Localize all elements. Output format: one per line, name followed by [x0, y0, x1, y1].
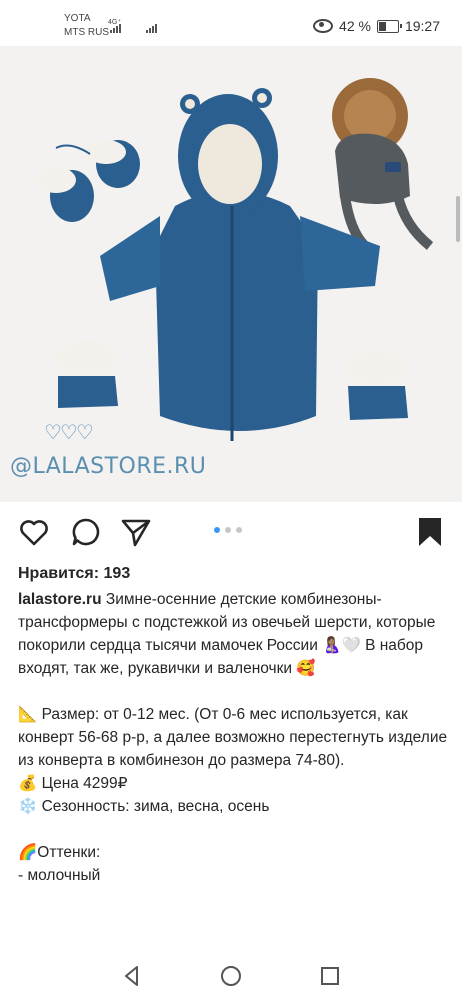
eye-comfort-icon — [313, 19, 334, 33]
suit-body — [155, 191, 318, 431]
battery-icon — [376, 19, 402, 33]
share-icon[interactable] — [120, 516, 152, 548]
heart-icon[interactable] — [18, 516, 50, 548]
battery-percent: 42 % — [339, 18, 371, 34]
status-right: 42 % 19:27 — [313, 18, 440, 34]
likes-count[interactable]: Нравится: 193 — [18, 565, 130, 583]
bookmark-icon[interactable] — [416, 516, 444, 548]
recents-icon[interactable] — [318, 964, 342, 988]
carousel-indicator — [214, 527, 242, 533]
watermark: @LALASTORE.RU — [10, 454, 207, 479]
status-bar: YOTA MTS RUS 4G⁺ 42 % 19:27 — [0, 0, 462, 46]
clock: 19:27 — [404, 18, 440, 34]
caption-text: Зимне-осенние детские комбинезоны-трансф… — [18, 591, 448, 884]
carousel-dot — [225, 527, 231, 533]
post-caption: lalastore.ru Зимне-осенние детские комби… — [18, 588, 448, 887]
bootie-right — [348, 386, 408, 420]
post-photo[interactable]: ♡♡♡ @LALASTORE.RU — [0, 46, 462, 502]
hearts-doodle: ♡♡♡ — [44, 422, 94, 444]
signal-icon-secondary — [146, 24, 157, 33]
system-nav-bar — [0, 950, 462, 1000]
back-icon[interactable] — [120, 964, 144, 988]
carousel-dot — [214, 527, 220, 533]
home-icon[interactable] — [219, 964, 243, 988]
carrier-primary: YOTA — [64, 13, 91, 24]
carrier-secondary: MTS RUS — [64, 27, 109, 38]
signal-icon — [110, 24, 121, 33]
caption-username[interactable]: lalastore.ru — [18, 591, 102, 608]
bootie-left — [58, 376, 118, 408]
scrollbar[interactable] — [456, 196, 460, 242]
carousel-dot — [236, 527, 242, 533]
comment-icon[interactable] — [70, 516, 102, 548]
